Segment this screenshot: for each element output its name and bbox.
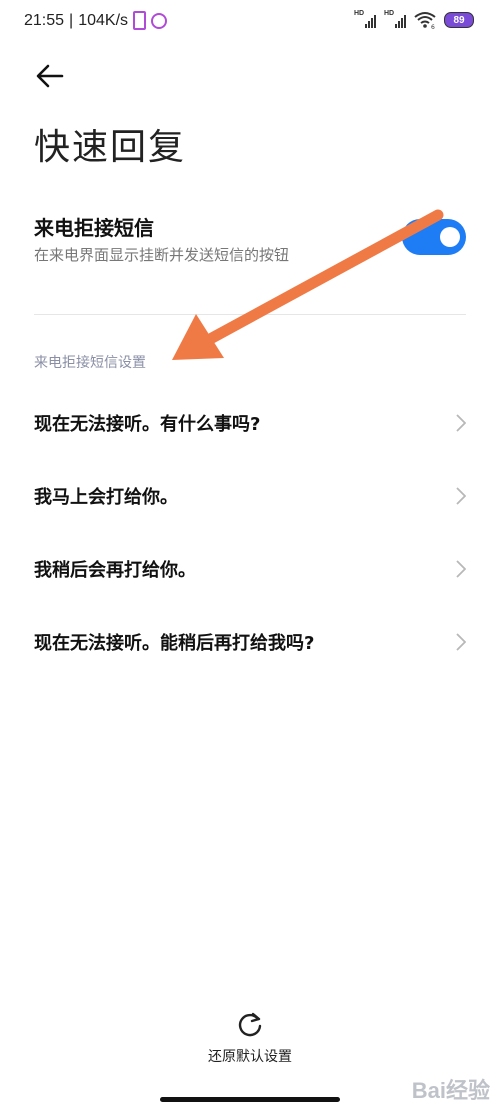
section-header: 来电拒接短信设置 (34, 355, 146, 371)
watermark-text: Bai经验 (411, 1078, 490, 1103)
refresh-icon (238, 1012, 262, 1037)
list-item-label: 现在无法接听。能稍后再打给我吗? (34, 632, 315, 654)
chevron-right-icon (456, 559, 466, 578)
status-time: 21:55 (24, 11, 65, 29)
status-bar: 21:55 | 104K/s HD HD 6 89 (0, 0, 500, 44)
list-item[interactable]: 现在无法接听。有什么事吗? (0, 386, 500, 459)
alarm-notification-icon (151, 12, 168, 29)
network-speed: 104K/s (78, 11, 129, 29)
reset-label: 还原默认设置 (208, 1049, 292, 1065)
reset-default-button[interactable]: 还原默认设置 (170, 1010, 330, 1070)
arrow-left-icon (36, 64, 64, 88)
reject-sms-toggle-row[interactable]: 来电拒接短信 在来电界面显示挂断并发送短信的按钮 (34, 212, 466, 272)
wifi-icon: 6 (414, 12, 436, 29)
cellular-signal-icon: HD (354, 10, 376, 30)
battery-icon: 89 (444, 12, 474, 28)
list-item[interactable]: 我马上会打给你。 (0, 459, 500, 532)
chevron-right-icon (456, 413, 466, 432)
status-left: 21:55 | 104K/s (24, 11, 168, 30)
divider (34, 314, 466, 315)
status-separator: | (69, 11, 74, 29)
home-indicator[interactable] (160, 1097, 340, 1102)
chevron-right-icon (456, 486, 466, 505)
reply-message-list: 现在无法接听。有什么事吗? 我马上会打给你。 我稍后会再打给你。 现在无法接听。… (0, 386, 500, 678)
toggle-title: 来电拒接短信 (34, 216, 154, 240)
list-item-label: 我马上会打给你。 (34, 486, 178, 508)
phone-notification-icon (133, 11, 147, 30)
list-item[interactable]: 我稍后会再打给你。 (0, 532, 500, 605)
list-item-label: 现在无法接听。有什么事吗? (34, 413, 261, 435)
battery-level: 89 (453, 14, 465, 26)
chevron-right-icon (456, 632, 466, 651)
status-right: HD HD 6 89 (354, 10, 474, 30)
back-button[interactable] (34, 62, 66, 90)
watermark: Bai经验 (412, 1073, 490, 1105)
list-item[interactable]: 现在无法接听。能稍后再打给我吗? (0, 605, 500, 678)
reject-sms-switch[interactable] (402, 219, 466, 255)
switch-knob (440, 227, 460, 247)
page-title: 快速回复 (34, 127, 187, 168)
wifi-badge: 6 (431, 24, 435, 29)
cellular-signal-icon: HD (384, 10, 406, 30)
toggle-subtitle: 在来电界面显示挂断并发送短信的按钮 (34, 246, 290, 264)
list-item-label: 我稍后会再打给你。 (34, 559, 196, 581)
